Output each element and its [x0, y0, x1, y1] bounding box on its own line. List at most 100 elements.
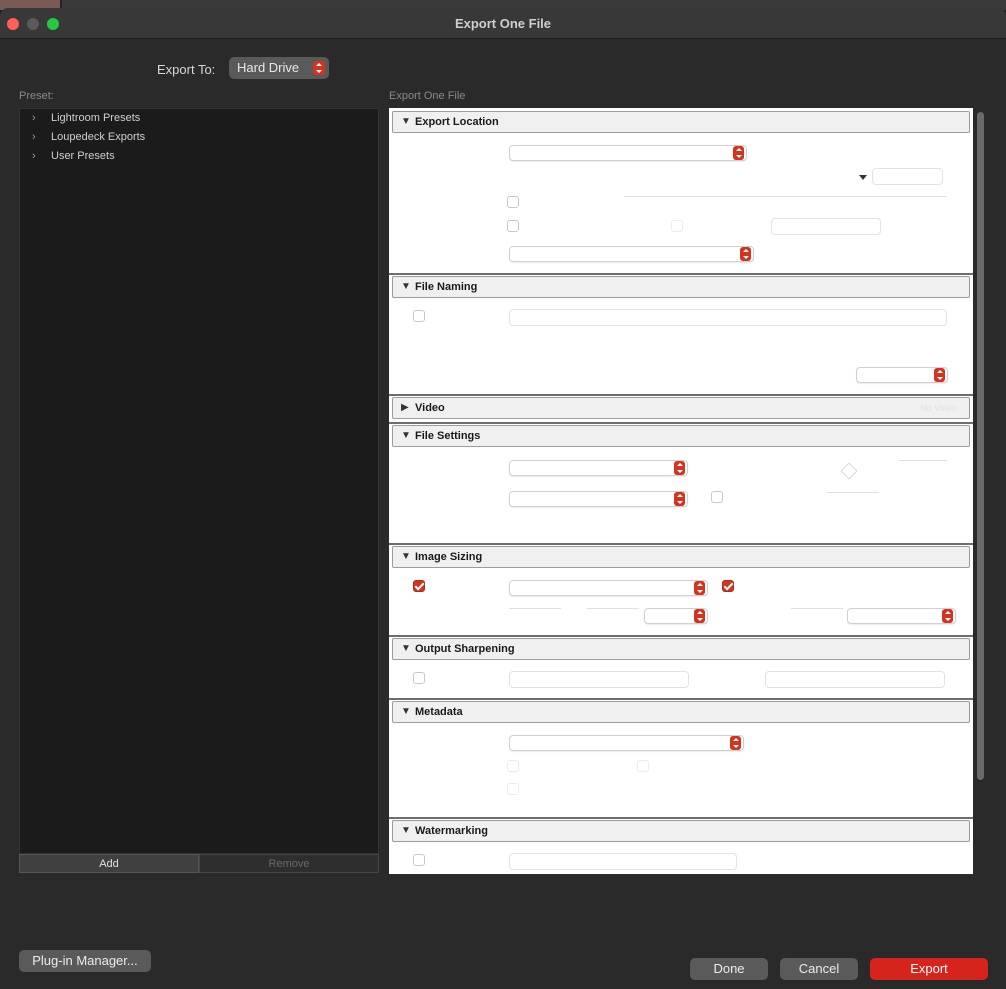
subfolder-checkbox[interactable]	[507, 196, 519, 208]
preset-buttons: Add Remove	[19, 854, 379, 873]
add-to-catalog-checkbox[interactable]	[507, 220, 519, 232]
preset-folder-label: User Presets	[51, 150, 115, 162]
select-stepper-icon	[942, 609, 953, 623]
section-header-video[interactable]: ▶ Video No Video	[392, 397, 970, 419]
section-title: Video	[415, 402, 445, 414]
section-header-output-sharpening[interactable]: ▼ Output Sharpening	[392, 638, 970, 660]
done-button[interactable]: Done	[690, 958, 768, 980]
section-title: Output Sharpening	[415, 643, 515, 655]
title-bar: Export One File	[0, 8, 1006, 39]
section-title: Watermarking	[415, 825, 488, 837]
section-title: File Naming	[415, 281, 478, 293]
quality-value-field[interactable]	[899, 460, 947, 461]
existing-files-select[interactable]	[509, 246, 754, 262]
settings-panel: ▼ Export Location ▼ File Naming ▶ Video …	[389, 108, 989, 874]
resolution-units-select[interactable]	[847, 608, 956, 624]
select-stepper-icon	[733, 146, 744, 160]
settings-content: ▼ Export Location ▼ File Naming ▶ Video …	[389, 108, 973, 874]
resize-mode-select[interactable]	[509, 580, 708, 596]
section-header-watermarking[interactable]: ▼ Watermarking	[392, 820, 970, 842]
video-summary: No Video	[920, 403, 957, 413]
section-header-file-settings[interactable]: ▼ File Settings	[392, 425, 970, 447]
settings-panel-label: Export One File	[389, 90, 466, 102]
sharpen-for-checkbox[interactable]	[413, 672, 425, 684]
preset-folder-lightroom[interactable]: › Lightroom Presets	[20, 109, 378, 128]
add-to-stack-checkbox[interactable]	[671, 220, 683, 232]
section-header-file-naming[interactable]: ▼ File Naming	[392, 276, 970, 298]
color-space-select[interactable]	[509, 491, 688, 507]
remove-location-info-checkbox[interactable]	[637, 760, 649, 772]
section-title: Export Location	[415, 116, 499, 128]
triangle-down-icon: ▼	[401, 281, 411, 292]
stack-position-field[interactable]	[771, 218, 881, 235]
add-preset-button[interactable]: Add	[19, 854, 199, 873]
preset-list: › Lightroom Presets › Loupedeck Exports …	[19, 108, 379, 854]
select-stepper-icon	[694, 581, 705, 595]
select-stepper-icon	[674, 461, 685, 475]
triangle-down-icon: ▼	[401, 643, 411, 654]
remove-preset-button[interactable]: Remove	[199, 854, 379, 873]
chevron-right-icon[interactable]: ›	[32, 112, 36, 124]
section-title: File Settings	[415, 430, 481, 442]
section-divider	[389, 422, 973, 424]
dont-enlarge-checkbox[interactable]	[722, 580, 734, 592]
triangle-down-icon: ▼	[401, 116, 411, 127]
sharpen-for-select[interactable]	[509, 671, 689, 688]
image-format-select[interactable]	[509, 460, 688, 476]
watermark-style-select[interactable]	[509, 853, 737, 870]
select-stepper-icon	[694, 609, 705, 623]
folder-path-field[interactable]	[872, 168, 943, 185]
section-divider	[389, 543, 973, 545]
triangle-down-icon: ▼	[401, 551, 411, 562]
limit-file-size-checkbox[interactable]	[711, 491, 723, 503]
chevron-down-icon[interactable]	[859, 175, 867, 180]
section-header-image-sizing[interactable]: ▼ Image Sizing	[392, 546, 970, 568]
subfolder-field-line	[624, 196, 946, 197]
rename-checkbox[interactable]	[413, 310, 425, 322]
export-to-select[interactable]: Hard Drive	[229, 57, 329, 79]
select-stepper-icon	[740, 247, 751, 261]
resolution-field[interactable]	[791, 608, 843, 609]
chevron-right-icon[interactable]: ›	[32, 150, 36, 162]
plugin-manager-button[interactable]: Plug-in Manager...	[19, 950, 151, 972]
select-stepper-icon	[730, 736, 741, 750]
export-to-label: Export To:	[157, 62, 216, 77]
preset-folder-label: Loupedeck Exports	[51, 131, 146, 143]
settings-scrollbar-thumb[interactable]	[977, 112, 984, 780]
quality-slider-track	[827, 492, 879, 493]
select-stepper-icon	[674, 492, 685, 506]
export-location-select[interactable]	[509, 145, 747, 161]
select-stepper-icon	[934, 368, 945, 382]
sharpen-amount-select[interactable]	[765, 671, 945, 688]
preset-folder-loupedeck[interactable]: › Loupedeck Exports	[20, 128, 378, 147]
write-keywords-checkbox[interactable]	[507, 783, 519, 795]
section-divider	[389, 394, 973, 396]
section-header-export-location[interactable]: ▼ Export Location	[392, 111, 970, 133]
section-title: Image Sizing	[415, 551, 483, 563]
remove-person-info-checkbox[interactable]	[507, 760, 519, 772]
triangle-right-icon: ▶	[401, 402, 409, 413]
watermark-checkbox[interactable]	[413, 854, 425, 866]
preset-folder-user[interactable]: › User Presets	[20, 147, 378, 166]
select-stepper-icon	[313, 61, 325, 75]
chevron-right-icon[interactable]: ›	[32, 131, 36, 143]
quality-slider-knob[interactable]	[840, 462, 858, 480]
extensions-select[interactable]	[856, 367, 948, 383]
triangle-down-icon: ▼	[401, 706, 411, 717]
section-divider	[389, 698, 973, 700]
section-header-metadata[interactable]: ▼ Metadata	[392, 701, 970, 723]
export-dialog: Export One File Export To: Hard Drive Pr…	[0, 8, 1006, 989]
units-select[interactable]	[644, 608, 708, 624]
triangle-down-icon: ▼	[401, 825, 411, 836]
export-to-value: Hard Drive	[237, 60, 300, 75]
include-metadata-select[interactable]	[509, 735, 744, 751]
section-title: Metadata	[415, 706, 463, 718]
section-divider	[389, 635, 973, 637]
width-field[interactable]	[509, 608, 561, 609]
filename-template-field[interactable]	[509, 309, 947, 326]
cancel-button[interactable]: Cancel	[780, 958, 858, 980]
section-divider	[389, 273, 973, 275]
height-field[interactable]	[587, 608, 639, 609]
resize-to-fit-checkbox[interactable]	[413, 580, 425, 592]
export-button[interactable]: Export	[870, 958, 988, 980]
